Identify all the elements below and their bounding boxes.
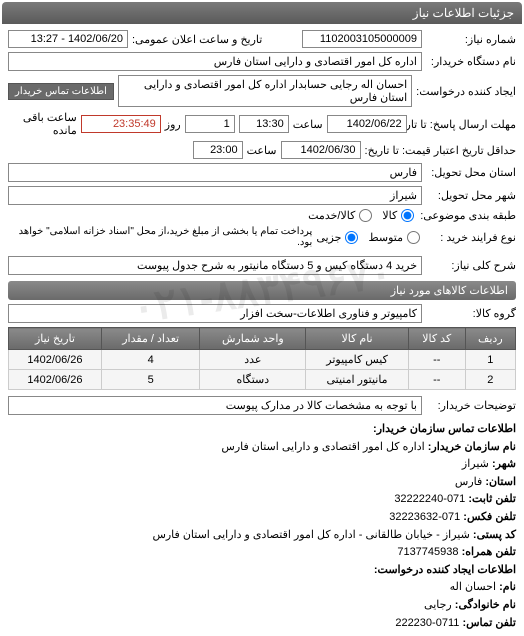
table-cell: 1402/06/26 [9,350,102,370]
contact-section-title: اطلاعات تماس سازمان خریدار: [373,423,516,435]
time-label-2: ساعت [247,144,277,157]
group-label: گروه کالا: [426,307,516,320]
phone-label: تلفن ثابت: [468,493,516,505]
deadline-date-field: 1402/06/22 [327,115,407,133]
postal-value: 7137745938 [397,546,458,558]
creator-phone-value: 0711-222230 [395,617,459,629]
table-cell: 1402/06/26 [9,370,102,390]
org-value: اداره کل امور اقتصادی و دارایی استان فار… [221,441,424,453]
number-field: 1102003105000009 [302,30,422,48]
name-value: احسان اله [450,581,496,593]
city-field: شیراز [8,186,422,205]
table-cell: کیس کامپیوتر [306,350,409,370]
table-cell: 2 [465,370,515,390]
table-cell: -- [408,370,465,390]
address-value: شیراز - خیابان طالقانی - اداره کل امور ا… [152,529,469,541]
table-header: کد کالا [408,328,465,350]
table-header: نام کالا [306,328,409,350]
c-city-value: شیراز [462,458,489,470]
countdown-timer: 23:35:49 [81,115,161,133]
table-row: 1--کیس کامپیوترعدد41402/06/26 [9,350,516,370]
buyer-note-field: با توجه به مشخصات کالا در مدارک پیوست [8,396,422,415]
province-field: فارس [8,163,422,182]
c-province-label: استان: [485,476,516,488]
number-label: شماره نیاز: [426,33,516,46]
pay-type-radios: متوسط جزیی [316,231,422,244]
goods-table: ردیفکد کالانام کالاواحد شمارشتعداد / مقد… [8,327,516,390]
radio-goods[interactable]: کالا [382,209,416,222]
public-datetime-label: تاریخ و ساعت اعلان عمومی: [132,33,262,46]
days-remaining-field: 1 [185,115,235,133]
deadline-label: مهلت ارسال پاسخ: تا تاریخ: [411,118,516,131]
table-header: تاریخ نیاز [9,328,102,350]
creator-phone-label: تلفن تماس: [462,617,516,629]
name-label: نام: [499,581,516,593]
fax-label: تلفن فکس: [463,511,516,523]
buyer-note-label: توضیحات خریدار: [426,399,516,412]
deadline-time-field: 13:30 [239,115,289,133]
family-value: رجایی [424,599,452,611]
table-header: ردیف [465,328,515,350]
group-type-radios: کالا کالا/خدمت [308,209,416,222]
table-header: واحد شمارش [200,328,306,350]
postal-label: تلفن همراه: [462,546,516,558]
public-datetime-field: 1402/06/20 - 13:27 [8,30,128,48]
creator-section-title: اطلاعات ایجاد کننده درخواست: [374,564,516,576]
org-label: نام سازمان خریدار: [428,441,516,453]
group-field: کامپیوتر و فناوری اطلاعات-سخت افزار [8,304,422,323]
c-city-label: شهر: [492,458,516,470]
window-title: جزئیات اطلاعات نیاز [2,2,522,24]
time-label-1: ساعت [293,118,323,131]
table-cell: 4 [101,350,200,370]
phone-value: 071-32222240 [394,493,465,505]
goods-section-title: اطلاعات کالاهای مورد نیاز [8,281,516,300]
day-label: روز [165,118,181,131]
valid-label: حداقل تاریخ اعتبار قیمت: تا تاریخ: [365,144,516,157]
contact-link-button[interactable]: اطلاعات تماس خریدار [8,83,114,100]
table-header: تعداد / مقدار [101,328,200,350]
desc-label: شرح کلی نیاز: [426,259,516,272]
city-label: شهر محل تحویل: [426,189,516,202]
family-label: نام خانوادگی: [455,599,516,611]
c-province-value: فارس [455,476,482,488]
radio-service[interactable]: کالا/خدمت [308,209,374,222]
desc-field: خرید 4 دستگاه کیس و 5 دستگاه مانیتور به … [8,256,422,275]
table-cell: 5 [101,370,200,390]
buyer-label: نام دستگاه خریدار: [426,55,516,68]
requester-label: ایجاد کننده درخواست: [416,85,516,98]
valid-time-field: 23:00 [193,141,243,159]
radio-medium[interactable]: متوسط [368,231,422,244]
table-cell: عدد [200,350,306,370]
pay-note: پرداخت تمام یا بخشی از مبلغ خرید،از محل … [8,226,312,248]
table-cell: مانیتور امنیتی [306,370,409,390]
table-cell: 1 [465,350,515,370]
group-type-label: طبقه بندی موضوعی: [420,209,516,222]
table-cell: -- [408,350,465,370]
valid-date-field: 1402/06/30 [281,141,361,159]
province-label: استان محل تحویل: [426,166,516,179]
pay-type-label: نوع فرایند خرید : [426,231,516,244]
remaining-label: ساعت باقی مانده [8,111,77,137]
fax-value: 071-32223632 [389,511,460,523]
radio-partial[interactable]: جزیی [316,231,360,244]
requester-field: احسان اله رجایی حسابدار اداره کل امور اق… [118,75,412,107]
buyer-field: اداره کل امور اقتصادی و دارایی استان فار… [8,52,422,71]
table-row: 2--مانیتور امنیتیدستگاه51402/06/26 [9,370,516,390]
address-label: کد پستی: [473,529,516,541]
table-cell: دستگاه [200,370,306,390]
